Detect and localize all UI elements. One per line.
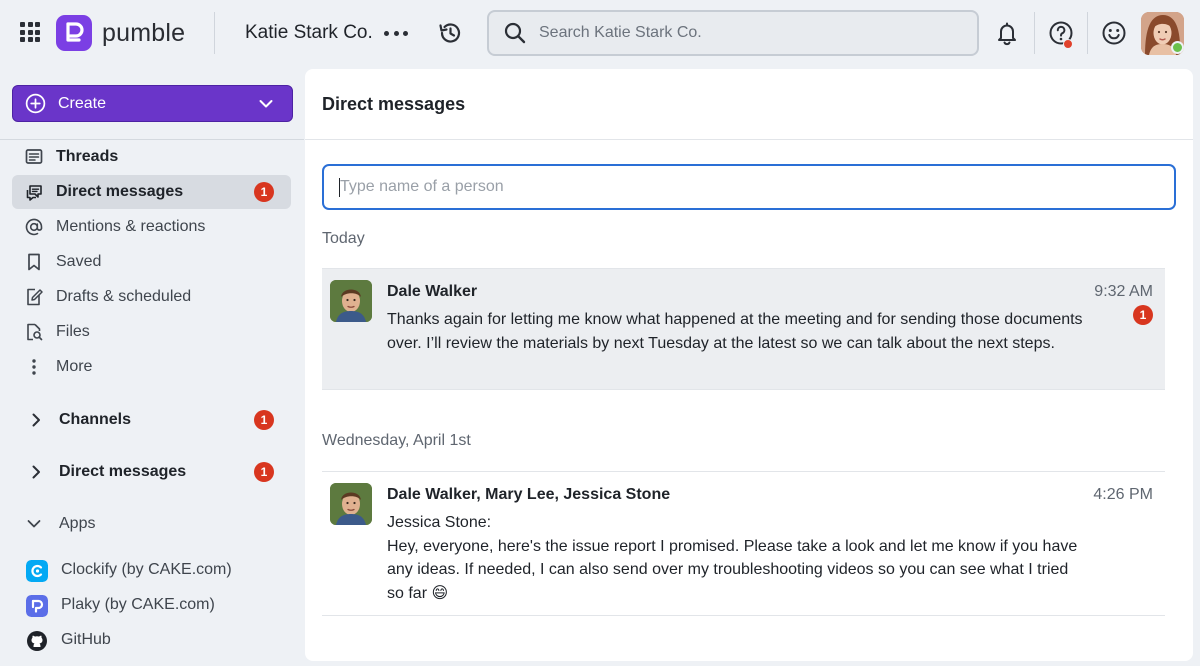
message-body: Hey, everyone, here's the issue report I… [387, 537, 1078, 602]
sidebar-item-mentions[interactable]: Mentions & reactions [12, 210, 291, 244]
conversation-time: 4:26 PM [1093, 486, 1153, 503]
sidebar-item-label: Threads [56, 148, 119, 165]
row-divider [322, 268, 1165, 269]
sidebar-item-label: More [56, 358, 93, 375]
conversation-row[interactable]: Dale Walker 9:32 AM 1 Thanks again for l… [322, 268, 1165, 390]
day-label: Wednesday, April 1st [322, 432, 471, 449]
sidebar-section-channels[interactable]: Channels 1 [12, 403, 291, 437]
section-label: Channels [59, 411, 132, 428]
threads-icon [25, 149, 43, 164]
chevron-right-icon [32, 413, 40, 427]
sidebar-item-drafts[interactable]: Drafts & scheduled [12, 280, 291, 314]
sidebar-item-label: Drafts & scheduled [56, 288, 192, 305]
search-placeholder: Search Katie Stark Co. [539, 24, 702, 41]
conversation-name: Dale Walker, Mary Lee, Jessica Stone [387, 486, 671, 503]
section-label: Direct messages [59, 463, 187, 480]
bookmark-icon [28, 253, 40, 271]
sidebar-section-apps[interactable]: Apps [12, 507, 291, 541]
smiley-icon[interactable] [1100, 19, 1128, 47]
unread-badge: 1 [1133, 305, 1153, 325]
app-label: GitHub [61, 631, 111, 648]
conversation-time: 9:32 AM [1094, 283, 1153, 300]
message-preview: Thanks again for letting me know what ha… [387, 311, 1083, 352]
plus-circle-icon [25, 93, 46, 114]
main-panel: Direct messages Today Dale Walker 9:32 A… [305, 69, 1193, 661]
unread-badge: 1 [254, 182, 274, 202]
day-label: Today [322, 230, 365, 247]
divider [1034, 12, 1035, 54]
app-label: Plaky (by CAKE.com) [61, 596, 215, 613]
sidebar-item-label: Files [56, 323, 90, 340]
avatar [330, 280, 372, 322]
more-options-icon[interactable] [384, 22, 408, 44]
unread-badge: 1 [254, 410, 274, 430]
row-divider [322, 471, 1165, 472]
bell-icon[interactable] [993, 19, 1021, 47]
github-icon [27, 631, 47, 651]
more-vertical-icon [32, 359, 36, 375]
page-title: Direct messages [322, 94, 466, 114]
search-icon [504, 22, 526, 44]
at-sign-icon [25, 218, 43, 236]
row-divider [322, 389, 1165, 390]
online-status-dot [1171, 41, 1184, 54]
divider [1087, 12, 1088, 54]
conversation-row[interactable]: Dale Walker, Mary Lee, Jessica Stone 4:2… [322, 471, 1165, 616]
pumble-logo-icon [56, 15, 92, 51]
draft-edit-icon [27, 288, 43, 306]
row-divider [322, 615, 1165, 616]
sidebar-item-label: Direct messages [56, 183, 184, 200]
workspace-name[interactable]: Katie Stark Co. [245, 22, 373, 44]
chevron-right-icon [32, 465, 40, 479]
app-item-clockify[interactable]: Clockify (by CAKE.com) [12, 555, 291, 585]
create-label: Create [58, 94, 107, 112]
pumble-logo[interactable]: pumble [56, 15, 185, 51]
help-notification-dot [1063, 39, 1073, 49]
section-label: Apps [59, 515, 96, 532]
app-item-plaky[interactable]: Plaky (by CAKE.com) [12, 590, 291, 620]
sidebar-item-saved[interactable]: Saved [12, 245, 291, 279]
create-button[interactable]: Create [12, 85, 293, 122]
person-search-input[interactable] [322, 164, 1176, 210]
history-icon[interactable] [437, 20, 463, 46]
file-search-icon [27, 323, 43, 341]
avatar [330, 483, 372, 525]
clockify-icon [26, 560, 48, 582]
search-bar[interactable]: Search Katie Stark Co. [487, 10, 979, 56]
text-cursor [339, 178, 340, 197]
sidebar-item-more[interactable]: More [12, 350, 291, 384]
sidebar-item-direct-messages[interactable]: Direct messages 1 [12, 175, 291, 209]
sidebar-item-threads[interactable]: Threads [12, 140, 291, 174]
top-bar: pumble Katie Stark Co. Search Katie Star… [0, 0, 1200, 68]
chevron-down-icon [27, 520, 41, 528]
header-divider [305, 139, 1193, 140]
plaky-icon [26, 595, 48, 617]
sidebar-item-files[interactable]: Files [12, 315, 291, 349]
conversation-name: Dale Walker [387, 283, 478, 300]
app-label: Clockify (by CAKE.com) [61, 561, 232, 578]
chevron-down-icon [259, 100, 273, 108]
message-preview: Jessica Stone: Hey, everyone, here's the… [387, 511, 1087, 605]
sidebar-item-label: Saved [56, 253, 102, 270]
unread-badge: 1 [254, 462, 274, 482]
message-sender: Jessica Stone: [387, 514, 492, 531]
grinning-emoji: 😄 [431, 584, 449, 602]
apps-grid-icon[interactable] [20, 22, 40, 42]
sidebar-item-label: Mentions & reactions [56, 218, 206, 235]
divider [214, 12, 215, 54]
app-item-github[interactable]: GitHub [12, 625, 291, 655]
logo-text: pumble [102, 18, 186, 47]
sidebar-section-direct-messages[interactable]: Direct messages 1 [12, 455, 291, 489]
direct-messages-icon [26, 185, 42, 201]
